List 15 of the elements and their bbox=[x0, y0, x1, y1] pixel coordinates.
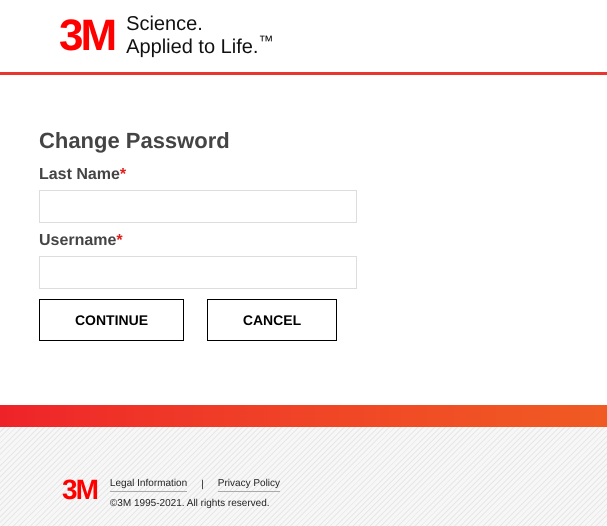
footer-logo: 3M bbox=[62, 476, 97, 504]
copyright: ©3M 1995-2021. All rights reserved. bbox=[110, 497, 271, 511]
field-label: Username* bbox=[39, 231, 124, 251]
input-field[interactable] bbox=[39, 256, 357, 289]
cancel-button[interactable]: CANCEL bbox=[207, 299, 337, 341]
privacy-link[interactable]: Privacy Policy bbox=[218, 476, 280, 492]
page-title: Change Password bbox=[39, 127, 231, 155]
legal-link[interactable]: Legal Information bbox=[110, 476, 188, 492]
continue-button[interactable]: CONTINUE bbox=[39, 299, 184, 341]
field-label: Last Name* bbox=[39, 165, 128, 185]
tagline: Science. bbox=[126, 13, 204, 36]
link-separator: | bbox=[201, 478, 204, 492]
input-field[interactable] bbox=[39, 190, 357, 223]
logo: 3M bbox=[59, 14, 114, 58]
tagline: Applied to Life.$^{™}$ bbox=[126, 36, 274, 59]
